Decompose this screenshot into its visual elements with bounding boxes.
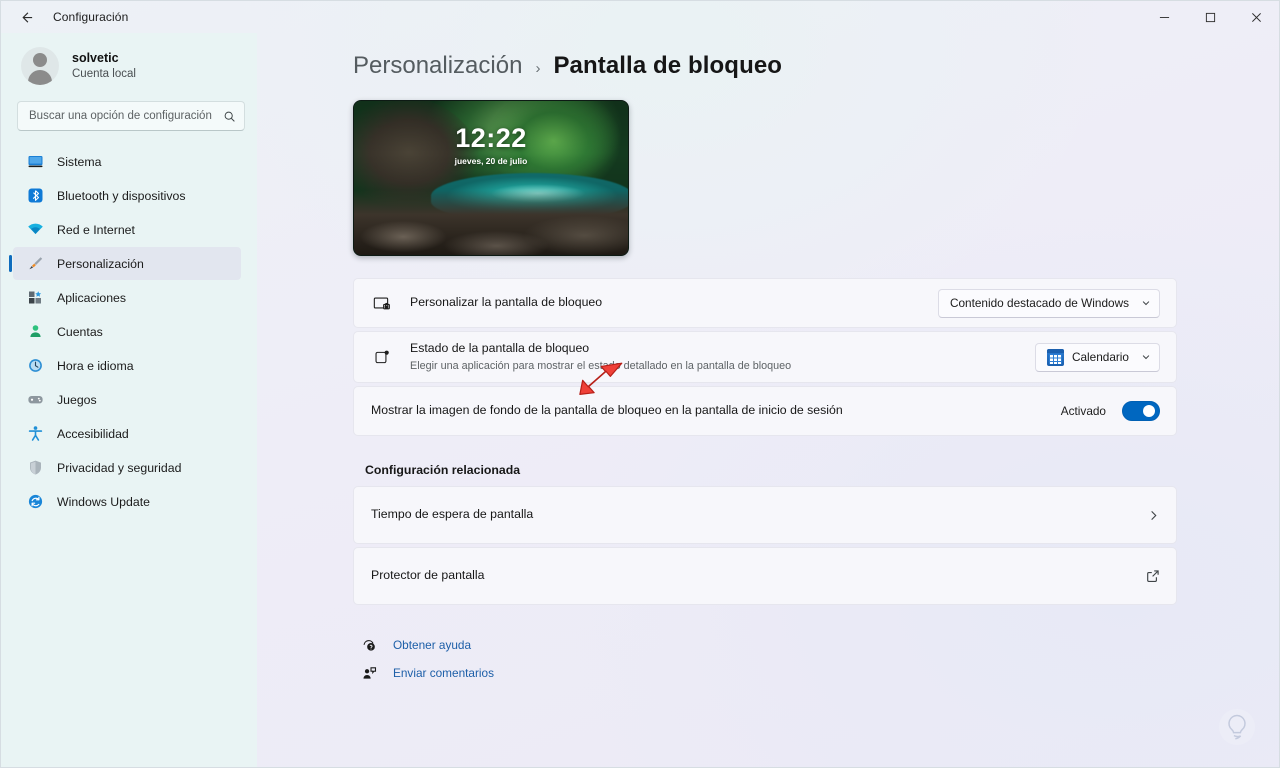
row-estado-pantalla-bloqueo[interactable]: Estado de la pantalla de bloqueo Elegir … <box>353 331 1177 383</box>
background-image-toggle[interactable] <box>1122 401 1160 421</box>
row-title: Protector de pantalla <box>371 568 485 583</box>
row-mostrar-imagen-fondo[interactable]: Mostrar la imagen de fondo de la pantall… <box>353 386 1177 436</box>
account-subtitle: Cuenta local <box>72 67 136 80</box>
personalizar-dropdown[interactable]: Contenido destacado de Windows <box>937 288 1160 318</box>
maximize-button[interactable] <box>1187 1 1233 33</box>
search-icon <box>223 110 236 123</box>
help-row-enviar-comentarios[interactable]: Enviar comentarios <box>357 659 1177 687</box>
related-settings-heading: Configuración relacionada <box>365 463 521 477</box>
row-personalizar-pantalla-bloqueo[interactable]: Personalizar la pantalla de bloqueo Cont… <box>353 278 1177 328</box>
row-title: Personalizar la pantalla de bloqueo <box>410 295 603 310</box>
bluetooth-icon <box>27 187 44 204</box>
sidebar-item-sistema[interactable]: Sistema <box>13 145 241 178</box>
sidebar-item-hora[interactable]: Hora e idioma <box>13 349 241 382</box>
row-subtitle: Elegir una aplicación para mostrar el es… <box>410 359 792 372</box>
sidebar-item-label: Sistema <box>57 154 102 169</box>
sidebar-item-label: Red e Internet <box>57 222 135 237</box>
lockscreen-preview[interactable]: 12:22 jueves, 20 de julio <box>353 100 629 256</box>
breadcrumb-parent[interactable]: Personalización <box>353 52 522 80</box>
minimize-icon <box>1159 16 1169 18</box>
sidebar-item-label: Personalización <box>57 256 144 271</box>
sidebar-item-label: Aplicaciones <box>57 290 127 305</box>
apps-icon <box>27 289 44 306</box>
calendar-app-icon <box>1046 348 1064 366</box>
title-bar: Configuración <box>1 1 1279 33</box>
sidebar-item-red[interactable]: Red e Internet <box>13 213 241 246</box>
paintbrush-icon <box>27 255 44 272</box>
row-protector-pantalla[interactable]: Protector de pantalla <box>353 547 1177 605</box>
sidebar-item-label: Juegos <box>57 392 97 407</box>
chevron-right-icon <box>1147 509 1160 522</box>
sidebar-item-accesibilidad[interactable]: Accesibilidad <box>13 417 241 450</box>
page-title: Pantalla de bloqueo <box>553 52 783 79</box>
shield-icon <box>27 459 44 476</box>
dropdown-value: Contenido destacado de Windows <box>949 296 1129 310</box>
sidebar-item-juegos[interactable]: Juegos <box>13 383 241 416</box>
avatar <box>21 47 59 85</box>
gamepad-icon <box>27 391 44 408</box>
window-controls <box>1141 1 1279 33</box>
account-icon <box>27 323 44 340</box>
row-title: Tiempo de espera de pantalla <box>371 507 534 522</box>
search-input[interactable] <box>29 102 223 130</box>
sidebar-item-label: Cuentas <box>57 324 103 339</box>
dropdown-value: Calendario <box>1071 350 1129 364</box>
chevron-down-icon <box>1141 352 1151 362</box>
lockscreen-personalize-icon <box>371 292 393 314</box>
sidebar-item-personalizacion[interactable]: Personalización <box>9 247 241 280</box>
monitor-icon <box>27 153 44 170</box>
help-links: Obtener ayuda Enviar comentarios <box>353 631 1177 687</box>
wifi-icon <box>27 221 44 238</box>
accessibility-icon <box>27 425 44 442</box>
main-content: Personalización › Pantalla de bloqueo 12… <box>257 33 1279 767</box>
toggle-state-label: Activado <box>1060 404 1106 418</box>
minimize-button[interactable] <box>1141 1 1187 33</box>
close-button[interactable] <box>1233 1 1279 33</box>
help-icon <box>361 637 377 653</box>
estado-app-dropdown[interactable]: Calendario <box>1034 342 1160 372</box>
app-title: Configuración <box>53 10 129 24</box>
lightbulb-watermark <box>1215 705 1259 749</box>
sidebar-item-label: Hora e idioma <box>57 358 134 373</box>
row-title: Mostrar la imagen de fondo de la pantall… <box>371 403 843 418</box>
help-link-label[interactable]: Enviar comentarios <box>393 666 494 680</box>
back-button[interactable] <box>9 1 43 33</box>
chevron-down-icon <box>1141 298 1151 308</box>
sidebar-item-bluetooth[interactable]: Bluetooth y dispositivos <box>13 179 241 212</box>
clock-icon <box>27 357 44 374</box>
sidebar-item-label: Accesibilidad <box>57 426 129 441</box>
sidebar-item-aplicaciones[interactable]: Aplicaciones <box>13 281 241 314</box>
account-name: solvetic <box>72 50 119 65</box>
update-icon <box>27 493 44 510</box>
maximize-icon <box>1205 12 1215 22</box>
sidebar-item-label: Windows Update <box>57 494 150 509</box>
external-link-icon <box>1146 569 1160 583</box>
sidebar: solvetic Cuenta local Sistema <box>1 33 257 767</box>
feedback-icon <box>361 665 377 681</box>
sidebar-item-windows-update[interactable]: Windows Update <box>13 485 241 518</box>
sidebar-item-cuentas[interactable]: Cuentas <box>13 315 241 348</box>
search-box[interactable] <box>17 101 245 131</box>
help-row-obtener-ayuda[interactable]: Obtener ayuda <box>357 631 1177 659</box>
row-tiempo-espera-pantalla[interactable]: Tiempo de espera de pantalla <box>353 486 1177 544</box>
settings-window: Configuración solvetic Cuenta local Busc… <box>0 0 1280 768</box>
close-icon <box>1251 12 1261 22</box>
preview-clock: 12:22 <box>455 123 527 153</box>
breadcrumb: Personalización › Pantalla de bloqueo <box>257 33 1279 80</box>
sidebar-nav: Sistema Bluetooth y dispositivos Red e I… <box>9 143 249 518</box>
sidebar-item-privacidad[interactable]: Privacidad y seguridad <box>13 451 241 484</box>
breadcrumb-separator: › <box>535 60 541 77</box>
sidebar-item-label: Privacidad y seguridad <box>57 460 182 475</box>
lockscreen-status-icon <box>371 346 393 368</box>
sidebar-item-label: Bluetooth y dispositivos <box>57 188 186 203</box>
arrow-left-icon <box>21 11 32 23</box>
row-title: Estado de la pantalla de bloqueo <box>410 341 590 356</box>
account-block[interactable]: solvetic Cuenta local <box>9 33 249 97</box>
settings-list: Personalizar la pantalla de bloqueo Cont… <box>353 278 1177 436</box>
help-link-label[interactable]: Obtener ayuda <box>393 638 471 652</box>
preview-date: jueves, 20 de julio <box>454 156 528 166</box>
